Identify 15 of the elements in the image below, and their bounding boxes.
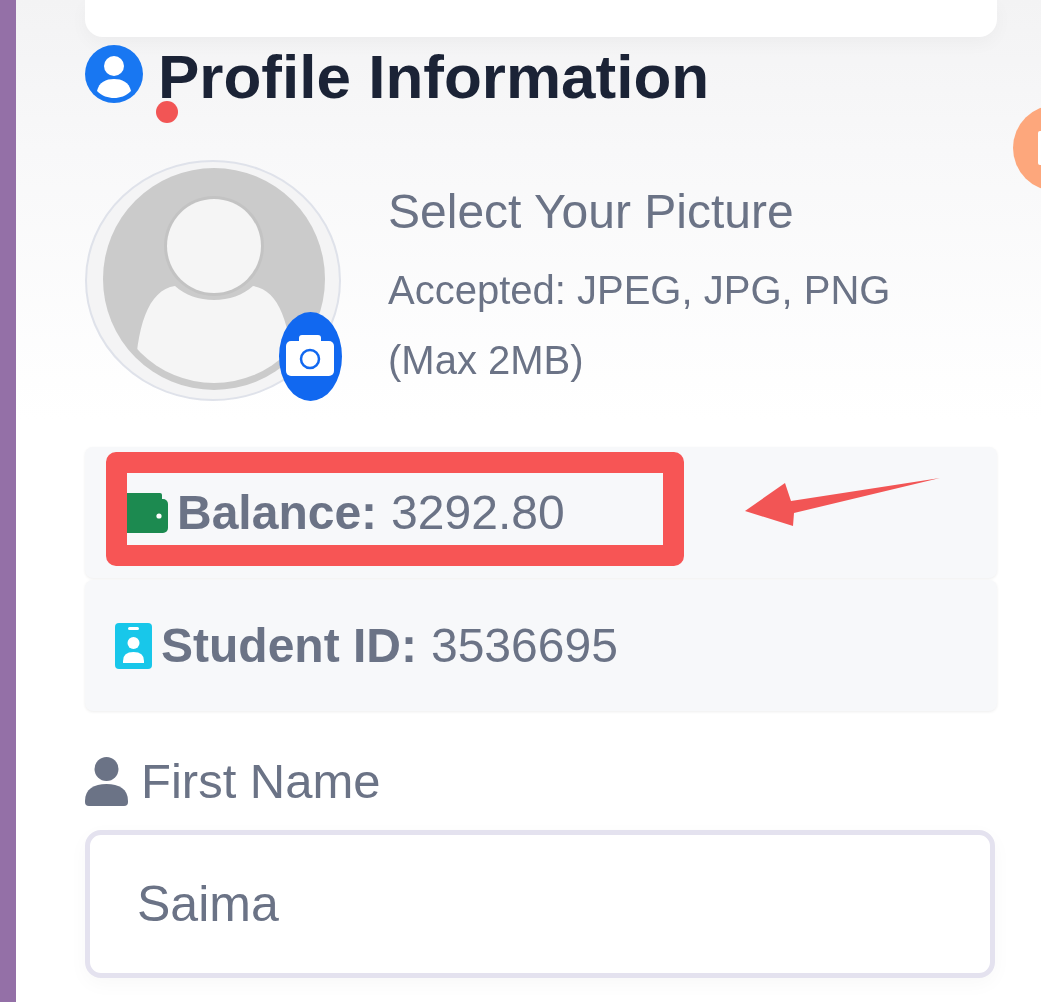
camera-icon[interactable]: [279, 312, 342, 401]
person-icon: [85, 756, 128, 806]
detail-value: 3292.80: [391, 485, 565, 540]
detail-label: Student ID:: [161, 618, 417, 673]
size-limit-text: (Max 2MB): [388, 337, 585, 384]
detail-value: 3536695: [430, 618, 618, 673]
first-name-field[interactable]: Saima: [85, 830, 995, 978]
picture-title: Select Your Picture: [388, 184, 795, 240]
marker-dot-icon: [156, 101, 178, 123]
id-card-icon: [115, 622, 152, 669]
section-title: Profile Information: [158, 52, 710, 99]
user-circle-icon: [85, 45, 143, 103]
field-label: First Name: [141, 753, 381, 809]
accepted-formats-text: Accepted: JPEG, JPG, PNG: [388, 267, 891, 314]
detail-label: Balance:: [177, 485, 378, 540]
